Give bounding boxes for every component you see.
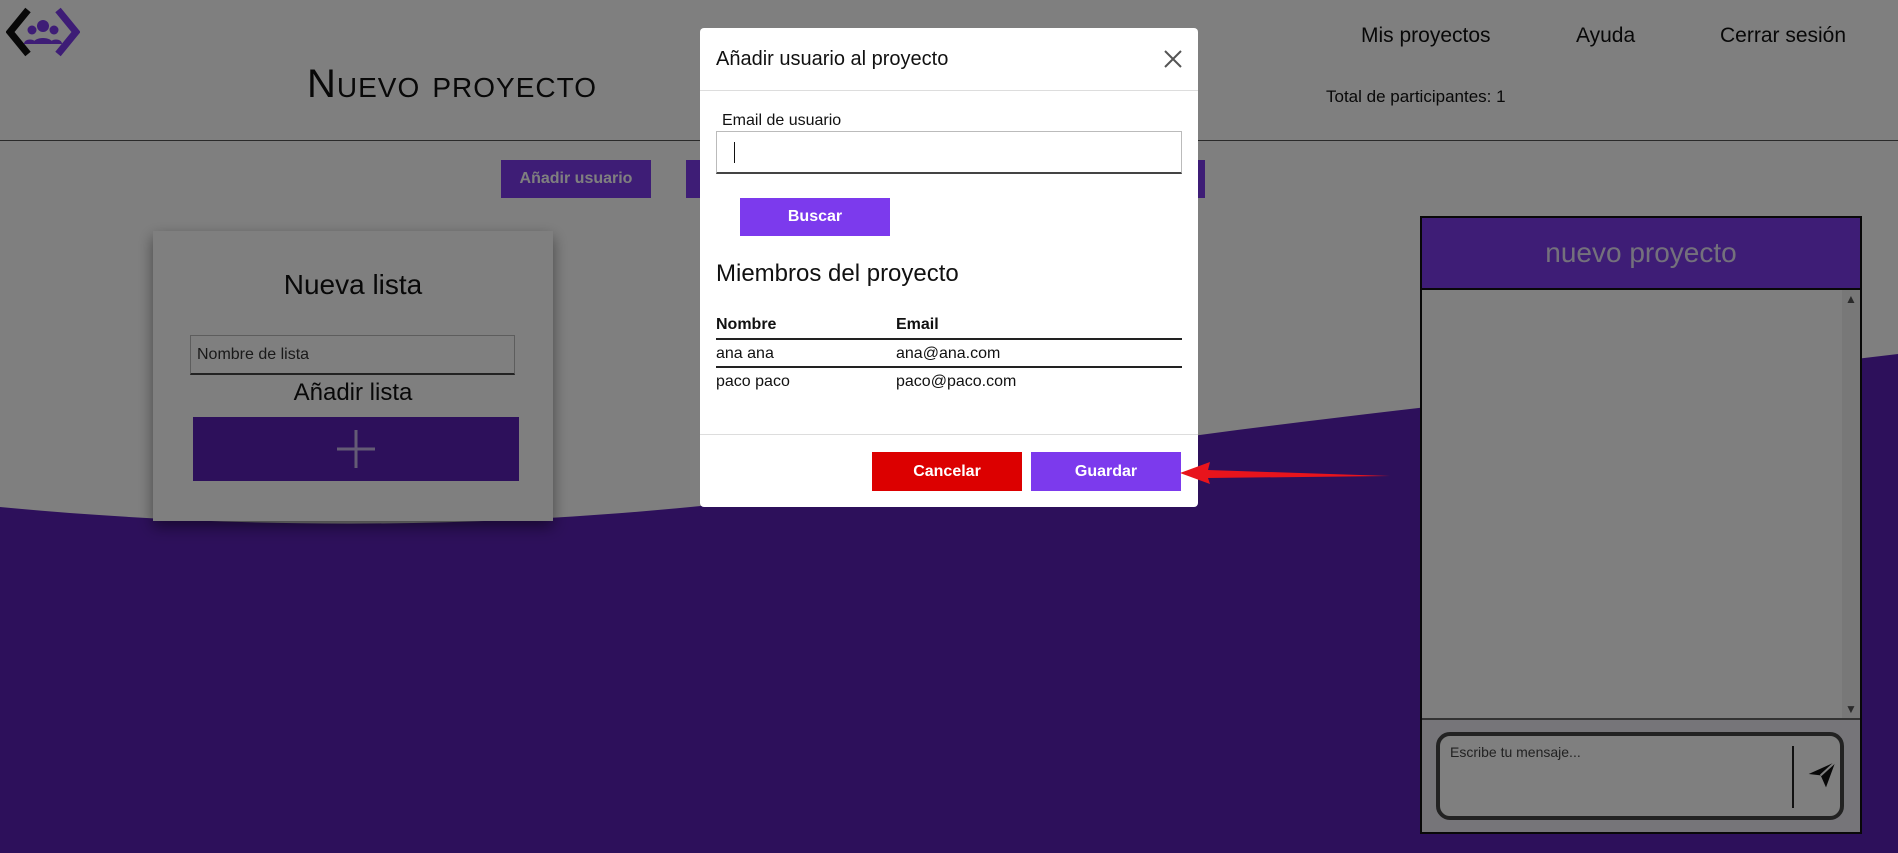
text-caret (734, 142, 735, 163)
member-name: paco paco (716, 373, 790, 390)
close-icon[interactable] (1162, 48, 1184, 70)
page-root: Mis proyectos Ayuda Cerrar sesión Nuevo … (0, 0, 1898, 853)
modal-title: Añadir usuario al proyecto (716, 48, 949, 70)
email-field[interactable] (716, 131, 1182, 174)
member-name: ana ana (716, 345, 774, 362)
table-row-divider (716, 366, 1182, 368)
modal-footer-divider (700, 434, 1198, 435)
add-user-modal: Añadir usuario al proyecto Email de usua… (700, 28, 1198, 507)
email-label: Email de usuario (722, 112, 842, 129)
save-button[interactable]: Guardar (1031, 452, 1181, 491)
column-header-name: Nombre (716, 316, 777, 333)
search-button[interactable]: Buscar (740, 198, 890, 236)
modal-header: Añadir usuario al proyecto (700, 28, 1198, 91)
members-title: Miembros del proyecto (716, 260, 959, 287)
column-header-email: Email (896, 316, 939, 333)
member-email: ana@ana.com (896, 345, 1001, 362)
table-header-divider (716, 338, 1182, 340)
red-arrow-icon (1180, 462, 1390, 484)
member-email: paco@paco.com (896, 373, 1017, 390)
cancel-button[interactable]: Cancelar (872, 452, 1022, 491)
